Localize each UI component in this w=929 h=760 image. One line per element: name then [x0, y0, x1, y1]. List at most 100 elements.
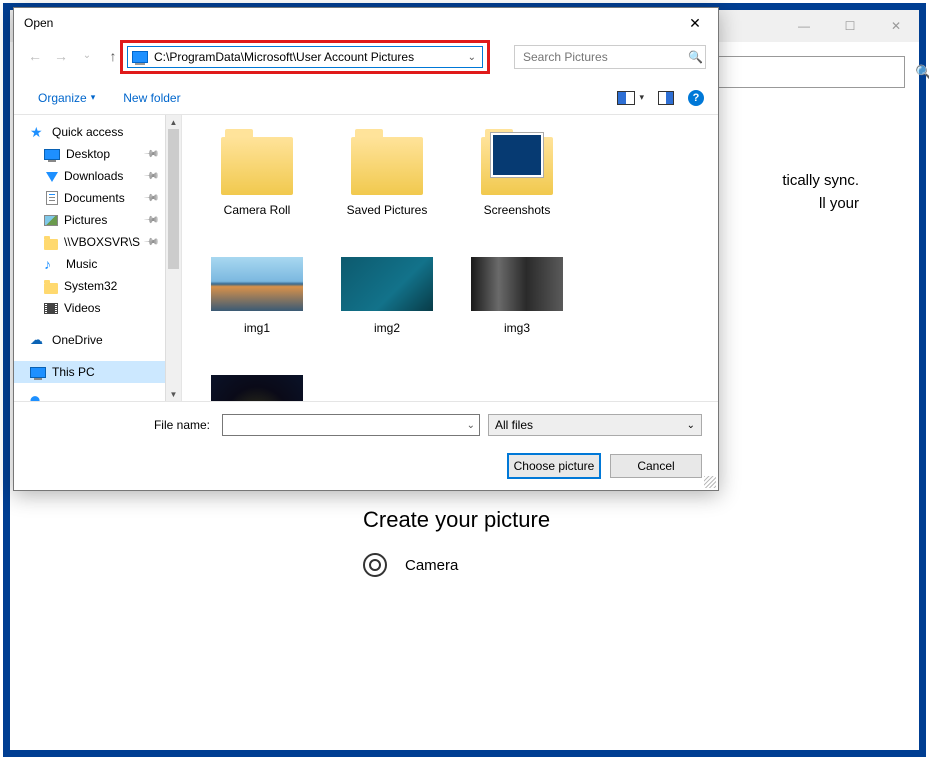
tree-item-downloads[interactable]: Downloads 📌 — [14, 165, 165, 187]
this-pc-icon — [132, 51, 148, 63]
file-label: Screenshots — [484, 203, 551, 217]
new-folder-button[interactable]: New folder — [123, 91, 180, 105]
file-label: img3 — [504, 321, 530, 335]
dialog-close-button[interactable]: ✕ — [672, 8, 718, 38]
scroll-thumb[interactable] — [168, 129, 179, 269]
choose-picture-button[interactable]: Choose picture — [508, 454, 600, 478]
dialog-title: Open — [24, 16, 53, 30]
help-button[interactable]: ? — [688, 90, 704, 106]
folder-icon — [221, 137, 293, 195]
settings-search-input[interactable] — [718, 64, 915, 80]
resize-grip-icon[interactable] — [704, 476, 716, 488]
close-button[interactable]: ✕ — [873, 10, 919, 42]
tree-item-music[interactable]: Music — [14, 253, 165, 275]
music-icon — [44, 257, 60, 271]
open-file-dialog: Open ✕ ← → ⌄ ↑ ⌄ 🔍 Organize ▾ — [13, 7, 719, 491]
file-item-saved-pictures[interactable]: Saved Pictures — [322, 129, 452, 247]
image-thumbnail — [471, 257, 563, 311]
scroll-down-icon[interactable]: ▼ — [166, 387, 181, 401]
file-label: img1 — [244, 321, 270, 335]
chevron-down-icon: ⌄ — [687, 420, 695, 431]
tree-item-onedrive[interactable]: OneDrive — [14, 329, 165, 351]
tree-item-label: Music — [66, 257, 97, 271]
filename-input[interactable]: ⌄ — [222, 414, 480, 436]
filename-label: File name: — [30, 418, 214, 432]
tree-item-videos[interactable]: Videos — [14, 297, 165, 319]
dialog-search-input[interactable] — [515, 50, 686, 64]
recent-button[interactable]: ⌄ — [76, 45, 98, 67]
tree-item-label: System32 — [64, 279, 117, 293]
dialog-bottom: File name: ⌄ All files ⌄ Choose picture … — [14, 401, 718, 490]
tree-item-system32[interactable]: System32 — [14, 275, 165, 297]
back-button[interactable]: ← — [24, 45, 46, 67]
tree-item--vboxsvr-s[interactable]: \\VBOXSVR\S📌 — [14, 231, 165, 253]
organize-menu[interactable]: Organize ▾ — [38, 91, 95, 105]
chevron-down-icon: ▾ — [91, 92, 96, 103]
tree-item-label: OneDrive — [52, 333, 103, 347]
view-icon — [617, 91, 635, 105]
star-icon — [30, 125, 46, 139]
pic-icon — [44, 215, 58, 226]
tree-item-label: Pictures — [64, 213, 107, 227]
tree-scrollbar[interactable]: ▲ ▼ — [165, 115, 181, 401]
file-item-screenshots[interactable]: Screenshots — [452, 129, 582, 247]
maximize-button[interactable]: ☐ — [827, 10, 873, 42]
tree-item-quick-access[interactable]: Quick access — [14, 121, 165, 143]
mon-icon — [44, 149, 60, 160]
tree-item-label: Quick access — [52, 125, 123, 139]
tree-item-label: Downloads — [64, 169, 123, 183]
file-item-img2[interactable]: img2 — [322, 247, 452, 365]
file-type-filter[interactable]: All files ⌄ — [488, 414, 702, 436]
chevron-down-icon[interactable]: ⌄ — [467, 420, 475, 431]
section-heading: Create your picture — [363, 507, 889, 533]
doc-icon — [46, 191, 58, 205]
pin-icon: 📌 — [142, 190, 159, 207]
search-icon: 🔍 — [686, 50, 705, 64]
vid-icon — [44, 303, 58, 314]
pin-icon: 📌 — [142, 168, 159, 185]
dialog-toolbar: Organize ▾ New folder ▾ ? — [14, 81, 718, 115]
minimize-button[interactable]: — — [781, 10, 827, 42]
chevron-down-icon: ▾ — [639, 92, 644, 103]
folder-icon — [351, 137, 423, 195]
tree-item-label: Documents — [64, 191, 125, 205]
tree-item-network[interactable] — [14, 393, 165, 401]
folder-icon — [481, 137, 553, 195]
tree-item-label: Videos — [64, 301, 100, 315]
file-item-camera-roll[interactable]: Camera Roll — [192, 129, 322, 247]
address-path-input[interactable] — [154, 50, 466, 64]
tree-item-label: \\VBOXSVR\S — [64, 235, 140, 249]
fold-icon — [44, 283, 58, 294]
file-item-img4[interactable]: img4 — [192, 365, 322, 401]
tree-item-this-pc[interactable]: This PC — [14, 361, 165, 383]
network-icon — [30, 393, 46, 401]
settings-search[interactable]: 🔍 — [717, 56, 905, 88]
cancel-button[interactable]: Cancel — [610, 454, 702, 478]
address-dropdown-icon[interactable]: ⌄ — [466, 52, 478, 63]
file-item-img1[interactable]: img1 — [192, 247, 322, 365]
folder-tree[interactable]: Quick accessDesktop📌Downloads📌Documents📌… — [14, 115, 165, 401]
image-thumbnail — [211, 257, 303, 311]
file-label: img2 — [374, 321, 400, 335]
cloud-icon — [30, 333, 46, 347]
mon-icon — [30, 367, 46, 378]
address-bar[interactable]: ⌄ — [127, 46, 483, 68]
address-bar-highlight: ⌄ — [120, 40, 490, 74]
image-thumbnail — [341, 257, 433, 311]
preview-pane-button[interactable] — [658, 91, 674, 105]
forward-button[interactable]: → — [50, 45, 72, 67]
dialog-search[interactable]: 🔍 — [514, 45, 706, 69]
tree-item-pictures[interactable]: Pictures 📌 — [14, 209, 165, 231]
scroll-up-icon[interactable]: ▲ — [166, 115, 181, 129]
tree-item-documents[interactable]: Documents 📌 — [14, 187, 165, 209]
file-list[interactable]: Camera Roll Saved Pictures Screenshots img1… — [182, 115, 718, 401]
camera-option[interactable]: Camera — [363, 553, 889, 577]
tree-item-label: Desktop — [66, 147, 110, 161]
pin-icon: 📌 — [142, 212, 159, 229]
file-label: Saved Pictures — [347, 203, 428, 217]
view-mode-button[interactable]: ▾ — [617, 91, 644, 105]
tree-item-label: This PC — [52, 365, 95, 379]
file-item-img3[interactable]: img3 — [452, 247, 582, 365]
tree-item-desktop[interactable]: Desktop📌 — [14, 143, 165, 165]
down-icon — [46, 172, 58, 182]
